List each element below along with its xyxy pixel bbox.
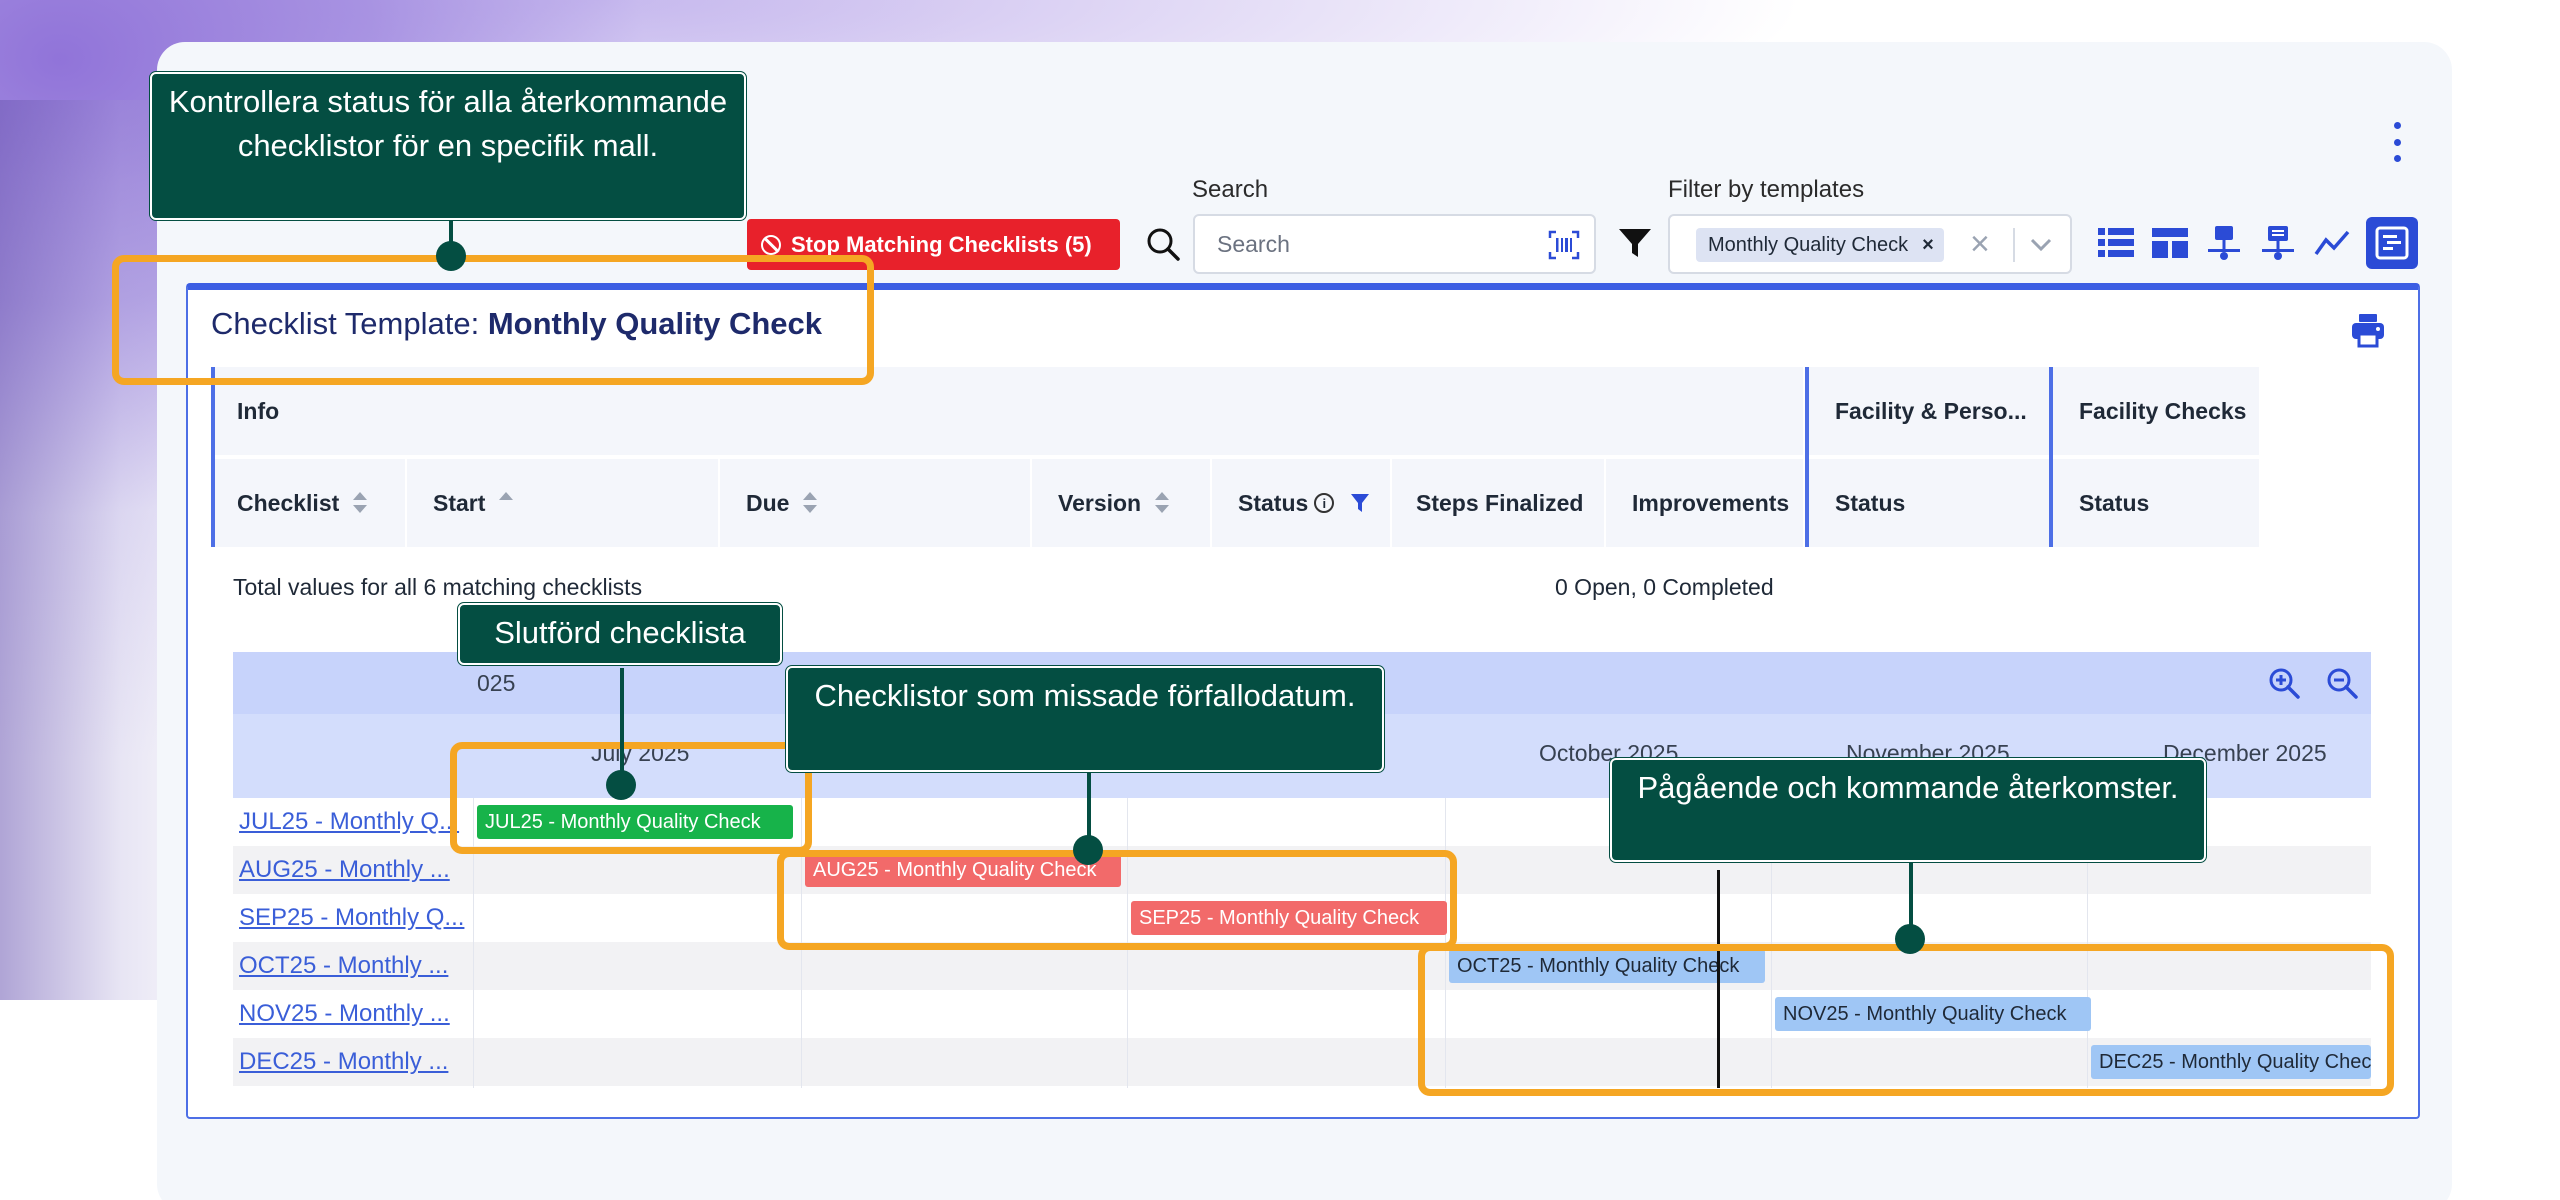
template-filter-select[interactable]: Monthly Quality Check × × — [1668, 214, 2072, 274]
chart-view-icon[interactable] — [2312, 223, 2352, 263]
gantt-row-label[interactable]: JUL25 - Monthly Q... — [239, 808, 459, 836]
group-divider — [2049, 367, 2053, 547]
zoom-in-icon[interactable] — [2267, 666, 2301, 700]
col-facility-personnel-status[interactable]: Status — [1809, 459, 2049, 547]
callout-dot — [436, 241, 466, 271]
group-facility-checks-label: Facility Checks — [2079, 397, 2247, 424]
sort-icon[interactable] — [353, 492, 368, 514]
col-checklist-label: Checklist — [237, 489, 340, 516]
col-due[interactable]: Due — [720, 459, 1030, 547]
callout-dot — [606, 770, 636, 800]
gantt-row-label[interactable]: SEP25 - Monthly Q... — [239, 904, 464, 932]
group-header-facility-checks[interactable]: Facility Checks — [2053, 367, 2259, 455]
col-improvements-label: Improvements — [1632, 489, 1790, 516]
search-icon[interactable] — [1145, 226, 1181, 262]
barcode-scan-icon[interactable] — [1548, 230, 1580, 260]
gantt-row-label[interactable]: OCT25 - Monthly ... — [239, 952, 448, 980]
col-status[interactable]: Status i — [1212, 459, 1390, 547]
callout-dot — [1895, 924, 1925, 954]
callout-stem — [620, 668, 624, 786]
col-checklist[interactable]: Checklist — [211, 459, 405, 547]
info-icon[interactable]: i — [1314, 493, 1335, 513]
col-fp-status-label: Status — [1835, 489, 1906, 516]
group-facility-personnel-label: Facility & Perso... — [1835, 397, 2027, 424]
col-start-label: Start — [433, 489, 486, 516]
col-status-label: Status — [1238, 489, 1309, 516]
col-version-label: Version — [1058, 489, 1142, 516]
list-view-icon[interactable] — [2096, 223, 2136, 263]
stop-matching-label: Stop Matching Checklists (5) — [791, 231, 1092, 257]
callout-dot — [1073, 835, 1103, 865]
filter-separator — [2013, 228, 2015, 262]
col-due-label: Due — [746, 489, 790, 516]
funnel-icon[interactable] — [1616, 224, 1654, 262]
tree-view-icon[interactable] — [2204, 223, 2244, 263]
view-switcher — [2096, 217, 2418, 269]
highlight-title — [112, 255, 874, 385]
search-label: Search — [1192, 176, 1269, 203]
filter-chip-label: Monthly Quality Check — [1708, 233, 1909, 256]
sort-icon[interactable] — [1155, 492, 1170, 514]
totals-label: Total values for all 6 matching checklis… — [233, 574, 643, 600]
totals-value: 0 Open, 0 Completed — [1555, 574, 1774, 600]
highlight-completed — [450, 742, 812, 854]
col-start[interactable]: Start — [407, 459, 718, 547]
gantt-view-icon[interactable] — [2366, 217, 2418, 269]
board-view-icon[interactable] — [2150, 223, 2190, 263]
callout-completed: Slutförd checklista — [458, 603, 782, 665]
gantt-row-label[interactable]: AUG25 - Monthly ... — [239, 856, 450, 884]
chip-remove-icon[interactable]: × — [1922, 234, 1934, 257]
ban-icon — [761, 234, 781, 255]
org-view-icon[interactable] — [2258, 223, 2298, 263]
gantt-year-label: 025 — [477, 670, 516, 696]
sort-asc-icon[interactable] — [499, 492, 514, 514]
gantt-row-label[interactable]: DEC25 - Monthly ... — [239, 1048, 448, 1076]
filter-chip: Monthly Quality Check × — [1696, 228, 1944, 262]
clear-filter-icon[interactable]: × — [1970, 226, 1990, 262]
highlight-missed — [777, 850, 1457, 950]
filter-label: Filter by templates — [1668, 176, 1865, 203]
col-improvements[interactable]: Improvements — [1606, 459, 1803, 547]
sort-icon[interactable] — [803, 492, 818, 514]
column-filter-icon[interactable] — [1350, 492, 1370, 514]
col-version[interactable]: Version — [1032, 459, 1210, 547]
zoom-out-icon[interactable] — [2325, 666, 2359, 700]
callout-status-all: Kontrollera status för alla återkommande… — [150, 72, 746, 220]
search-field[interactable] — [1193, 214, 1596, 274]
col-fc-status-label: Status — [2079, 489, 2150, 516]
group-info-label: Info — [237, 397, 280, 424]
col-steps-finalized-label: Steps Finalized — [1416, 489, 1584, 516]
group-divider — [211, 367, 215, 547]
col-steps-finalized[interactable]: Steps Finalized — [1392, 459, 1604, 547]
search-input[interactable] — [1217, 230, 1537, 258]
callout-missed: Checklistor som missade förfallodatum. — [786, 666, 1384, 772]
callout-ongoing: Pågående och kommande återkomster. — [1610, 758, 2206, 862]
chevron-down-icon[interactable] — [2027, 230, 2055, 258]
gantt-row-label[interactable]: NOV25 - Monthly ... — [239, 1000, 450, 1028]
printer-icon[interactable] — [2350, 312, 2386, 348]
group-header-facility-personnel[interactable]: Facility & Perso... — [1809, 367, 2049, 455]
grid-header: Info Facility & Perso... Facility Checks… — [211, 367, 2259, 547]
col-facility-checks-status[interactable]: Status — [2053, 459, 2259, 547]
highlight-ongoing — [1418, 944, 2394, 1096]
kebab-menu-icon[interactable] — [2385, 122, 2409, 162]
group-divider — [1805, 367, 1809, 547]
